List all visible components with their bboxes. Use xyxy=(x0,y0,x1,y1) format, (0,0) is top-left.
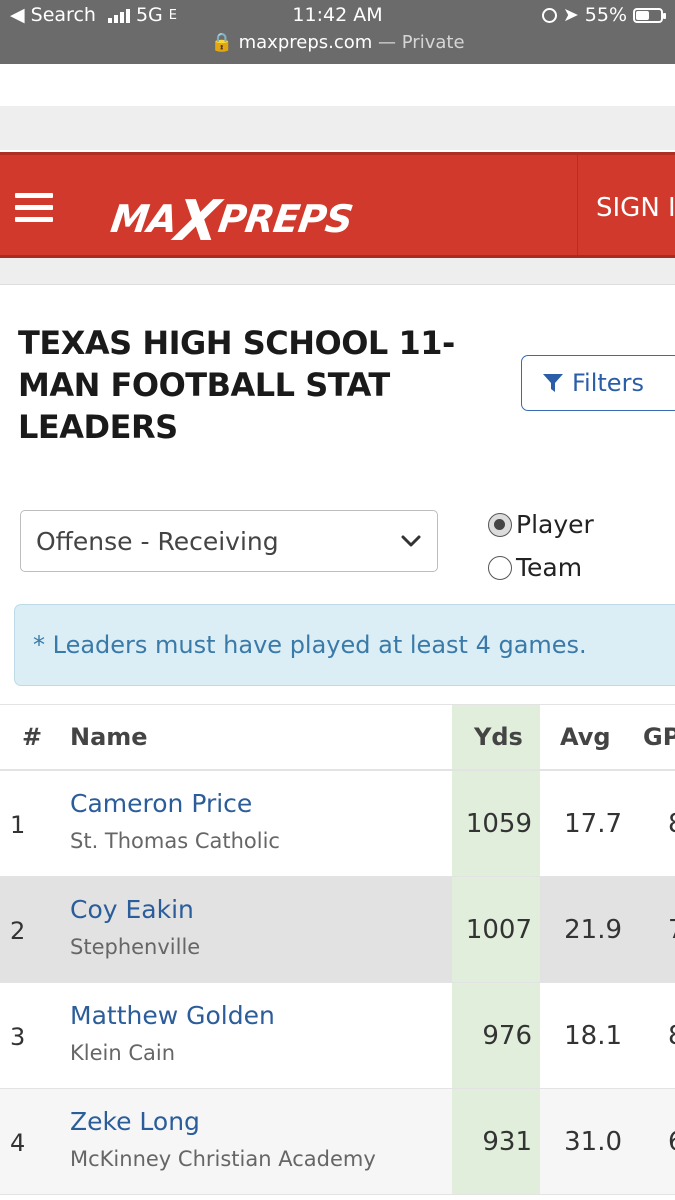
radio-player-label: Player xyxy=(516,510,594,539)
leaders-notice: * Leaders must have played at least 4 ga… xyxy=(14,604,675,686)
maxpreps-logo[interactable]: MAXPREPS xyxy=(107,181,357,254)
col-rank[interactable]: # xyxy=(22,723,42,751)
row-gp: 6 xyxy=(668,1127,675,1157)
privacy-label: — Private xyxy=(378,32,465,53)
school-name: Stephenville xyxy=(70,935,201,959)
row-rank: 2 xyxy=(10,917,26,945)
header-spacer xyxy=(0,258,675,285)
stat-category-value: Offense - Receiving xyxy=(36,526,279,556)
stat-leaders-table: # Name Yds Avg GP 1 Cameron Price St. Th… xyxy=(0,704,675,1195)
url-bar[interactable]: 🔒 maxpreps.com — Private xyxy=(0,32,675,53)
row-gp: 7 xyxy=(668,915,675,945)
table-header: # Name Yds Avg GP xyxy=(0,704,675,771)
url-text: maxpreps.com xyxy=(238,32,373,53)
player-name-link[interactable]: Cameron Price xyxy=(70,789,252,818)
col-gp[interactable]: GP xyxy=(643,723,675,751)
col-yds[interactable]: Yds xyxy=(474,723,523,751)
radio-player-option[interactable]: Player xyxy=(488,510,594,539)
nav-divider xyxy=(577,155,578,255)
stat-category-select[interactable]: Offense - Receiving xyxy=(20,510,438,572)
table-row: 2 Coy Eakin Stephenville 1007 21.9 7 xyxy=(0,877,675,983)
radio-team-label: Team xyxy=(516,553,583,582)
school-name: St. Thomas Catholic xyxy=(70,829,280,853)
page-title: TEXAS HIGH SCHOOL 11-MAN FOOTBALL STAT L… xyxy=(18,324,455,446)
player-name-link[interactable]: Matthew Golden xyxy=(70,1001,275,1030)
row-avg: 17.7 xyxy=(564,809,622,839)
row-yds: 976 xyxy=(482,1021,532,1051)
table-row: 4 Zeke Long McKinney Christian Academy 9… xyxy=(0,1089,675,1195)
school-name: Klein Cain xyxy=(70,1041,176,1065)
row-avg: 18.1 xyxy=(564,1021,622,1051)
school-name: McKinney Christian Academy xyxy=(70,1147,376,1171)
page-top-spacer xyxy=(0,106,675,150)
row-avg: 31.0 xyxy=(564,1127,622,1157)
row-yds: 1059 xyxy=(465,809,532,839)
row-gp: 8 xyxy=(668,1021,675,1051)
col-avg[interactable]: Avg xyxy=(560,723,611,751)
row-rank: 3 xyxy=(10,1023,26,1051)
location-icon: ➤ xyxy=(562,4,579,26)
lock-icon: 🔒 xyxy=(210,32,233,53)
player-name-link[interactable]: Coy Eakin xyxy=(70,895,194,924)
site-header: MAXPREPS SIGN I xyxy=(0,152,675,258)
row-rank: 4 xyxy=(10,1129,26,1157)
row-rank: 1 xyxy=(10,811,26,839)
row-avg: 21.9 xyxy=(564,915,622,945)
table-row: 1 Cameron Price St. Thomas Catholic 1059… xyxy=(0,771,675,877)
menu-icon[interactable] xyxy=(15,193,53,223)
col-name[interactable]: Name xyxy=(70,723,148,751)
row-gp: 8 xyxy=(668,809,675,839)
status-bar: ◀ Search 5G E 11:42 AM ➤ 55% 🔒 maxpreps.… xyxy=(0,0,675,64)
radio-team-option[interactable]: Team xyxy=(488,553,582,582)
radio-team[interactable] xyxy=(488,555,512,580)
row-yds: 1007 xyxy=(465,915,532,945)
player-name-link[interactable]: Zeke Long xyxy=(70,1107,200,1136)
chevron-down-icon xyxy=(401,535,421,547)
radio-player[interactable] xyxy=(488,512,512,537)
orientation-lock-icon xyxy=(541,7,557,23)
sign-in-link[interactable]: SIGN I xyxy=(596,193,675,223)
row-yds: 931 xyxy=(482,1127,532,1157)
filters-button[interactable]: Filters xyxy=(521,355,675,411)
table-row: 3 Matthew Golden Klein Cain 976 18.1 8 xyxy=(0,983,675,1089)
battery-percent: 55% xyxy=(584,4,627,26)
battery-icon xyxy=(633,7,666,23)
filter-icon xyxy=(543,374,563,392)
filters-label: Filters xyxy=(572,369,644,397)
